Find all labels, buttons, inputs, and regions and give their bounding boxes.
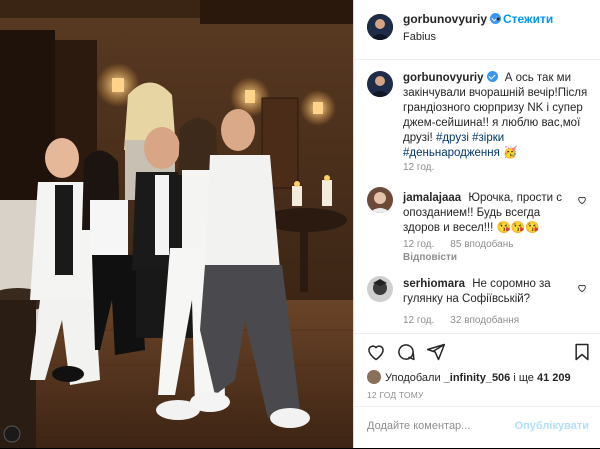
party-emoji: 🥳 (503, 147, 518, 159)
author-username[interactable]: gorbunovyuriy (403, 12, 502, 26)
liker-username[interactable]: _infinity_506 (444, 372, 511, 384)
bookmark-icon[interactable] (572, 342, 592, 362)
comment-avatar[interactable] (367, 276, 393, 302)
comment-text: serhiomara Не соромно за гулянку на Софі… (403, 278, 551, 305)
post-location[interactable]: Fabius (403, 31, 436, 43)
post-header: gorbunovyuriy • Стежити Fabius (354, 0, 600, 60)
comment-meta: 12 год. 85 вподобань (403, 239, 514, 250)
follow-button[interactable]: Стежити (503, 12, 553, 26)
post-side-panel: gorbunovyuriy • Стежити Fabius gorbunovy… (353, 0, 600, 448)
post-actions: Уподобали _infinity_506 і ще 41 209 12 Г… (354, 333, 600, 448)
kiss-emoji: 😘😘😘 (496, 222, 540, 234)
publish-button[interactable]: Опублікувати (515, 420, 589, 432)
comment-icon[interactable] (396, 342, 416, 362)
caption-avatar[interactable] (367, 71, 393, 97)
likes-summary[interactable]: Уподобали _infinity_506 і ще 41 209 (367, 370, 571, 384)
comment-meta: 12 год. 32 вподобання (403, 315, 520, 326)
hashtag-link[interactable]: #друзі (436, 132, 469, 144)
caption-meta: 12 год. (403, 162, 435, 173)
comment-username[interactable]: jamalajaaa (403, 192, 461, 204)
hashtag-link[interactable]: #зірки (472, 132, 504, 144)
likes-count[interactable]: 41 209 (537, 372, 571, 384)
comments-list[interactable]: gorbunovyuriy А ось так ми закінчували в… (354, 61, 600, 333)
comment-username[interactable]: serhiomara (403, 278, 465, 290)
caption-username[interactable]: gorbunovyuriy (403, 71, 498, 84)
post-photo[interactable] (0, 0, 353, 448)
comment-likes-link[interactable]: 85 вподобань (450, 239, 513, 250)
comment-avatar[interactable] (367, 187, 393, 213)
hashtag-link[interactable]: #деньнародження (403, 147, 500, 159)
caption-text: gorbunovyuriy А ось так ми закінчували в… (403, 71, 588, 159)
heart-icon[interactable] (366, 342, 386, 362)
separator-dot: • (496, 12, 501, 26)
comment-input[interactable]: Додайте коментар... (367, 420, 470, 432)
post-timestamp[interactable]: 12 ГОД ТОМУ (367, 390, 424, 400)
party-photo-illustration (0, 0, 353, 448)
share-icon[interactable] (426, 342, 446, 362)
comment-likes-link[interactable]: 32 вподобання (450, 315, 519, 326)
verified-badge-icon (486, 71, 498, 82)
reply-button[interactable]: Відповісти (403, 252, 457, 263)
comment-text: jamalajaaa Юрочка, прости с опозданием!!… (403, 192, 563, 234)
author-avatar[interactable] (367, 14, 393, 40)
liker-avatar (367, 370, 381, 384)
comment-like-heart-icon[interactable] (577, 283, 587, 293)
add-comment-bar: Додайте коментар... Опублікувати (354, 406, 600, 449)
comment-like-heart-icon[interactable] (577, 195, 587, 205)
